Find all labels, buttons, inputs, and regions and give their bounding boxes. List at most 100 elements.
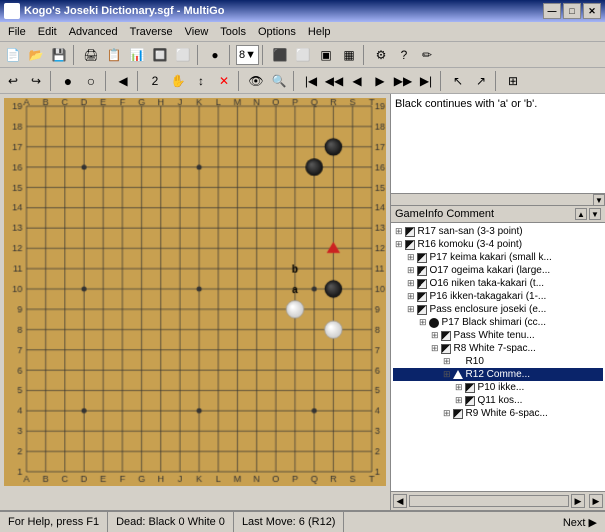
tb-btn-9[interactable]: ● xyxy=(204,44,226,66)
tb-btn-14[interactable]: ⚙ xyxy=(370,44,392,66)
tree-node-4[interactable]: ⊞O16 niken taka-kakari (t... xyxy=(393,277,603,290)
menu-file[interactable]: File xyxy=(2,24,32,40)
sep12 xyxy=(495,71,499,91)
tb-btn-8[interactable]: ⬜ xyxy=(172,44,194,66)
node-label: R9 White 6-spac... xyxy=(466,408,548,419)
tree-node-9[interactable]: ⊞R8 White 7-spac... xyxy=(393,342,603,355)
node-label: R10 xyxy=(466,356,484,367)
tree-area: GameInfo Comment ▲ ▼ ⊞R17 san-san (3-3 p… xyxy=(391,206,605,510)
menu-tools[interactable]: Tools xyxy=(214,24,252,40)
scroll-down[interactable]: ▼ xyxy=(593,194,605,206)
dead-text: Dead: Black 0 White 0 xyxy=(116,516,225,528)
tb-btn-13[interactable]: ▦ xyxy=(338,44,360,66)
black-stone-btn[interactable]: ● xyxy=(57,70,79,92)
minimize-button[interactable]: — xyxy=(543,3,561,19)
open-button[interactable]: 📂 xyxy=(25,44,47,66)
tree-node-11[interactable]: ⊞R12 Comme... xyxy=(393,368,603,381)
tb-btn-6[interactable]: 📊 xyxy=(126,44,148,66)
title-bar: ♟ Kogo's Joseki Dictionary.sgf - MultiGo… xyxy=(0,0,605,22)
red-icon xyxy=(453,370,463,379)
arrow-btn[interactable]: ◀ xyxy=(112,70,134,92)
tb-btn-5[interactable]: 📋 xyxy=(103,44,125,66)
tb-btn-10[interactable]: ⬛ xyxy=(269,44,291,66)
tree-node-1[interactable]: ⊞R16 komoku (3-4 point) xyxy=(393,238,603,251)
white-stone-btn[interactable]: ○ xyxy=(80,70,102,92)
tree-node-14[interactable]: ⊞R9 White 6-spac... xyxy=(393,407,603,420)
split-icon xyxy=(417,292,427,302)
var-prev-btn[interactable]: ↖ xyxy=(447,70,469,92)
close-button[interactable]: ✕ xyxy=(583,3,601,19)
var-next-btn[interactable]: ↗ xyxy=(470,70,492,92)
lastmove-text: Last Move: 6 (R12) xyxy=(242,516,336,528)
menu-traverse[interactable]: Traverse xyxy=(124,24,179,40)
tree-title: GameInfo Comment xyxy=(395,208,494,220)
tree-node-2[interactable]: ⊞P17 keima kakari (small k... xyxy=(393,251,603,264)
node-label: Q11 kos... xyxy=(478,395,523,406)
tb-btn-15[interactable]: ✏ xyxy=(416,44,438,66)
tree-scroll-up[interactable]: ▲ xyxy=(575,208,587,220)
menu-options[interactable]: Options xyxy=(252,24,302,40)
x-btn[interactable]: ✕ xyxy=(213,70,235,92)
tree-node-8[interactable]: ⊞Pass White tenu... xyxy=(393,329,603,342)
expand-icon: ⊞ xyxy=(419,317,427,328)
prev-btn[interactable]: ◀ xyxy=(346,70,368,92)
last-btn[interactable]: ▶| xyxy=(415,70,437,92)
undo-button[interactable]: ↩ xyxy=(2,70,24,92)
comment-area: Black continues with 'a' or 'b'. xyxy=(391,94,605,194)
tree-node-7[interactable]: ⊞P17 Black shimari (cc... xyxy=(393,316,603,329)
tree-left-btn[interactable]: ◀ xyxy=(393,494,407,508)
next-btn[interactable]: ▶ xyxy=(369,70,391,92)
print-button[interactable]: 🖨 xyxy=(80,44,102,66)
tree-node-3[interactable]: ⊞O17 ogeima kakari (large... xyxy=(393,264,603,277)
go-board[interactable] xyxy=(4,98,386,486)
eye-btn[interactable]: 👁 xyxy=(245,70,267,92)
help-button[interactable]: ? xyxy=(393,44,415,66)
maximize-button[interactable]: □ xyxy=(563,3,581,19)
expand-icon: ⊞ xyxy=(431,330,439,341)
sep8 xyxy=(137,71,141,91)
menu-edit[interactable]: Edit xyxy=(32,24,63,40)
tree-scrollbar-track[interactable] xyxy=(409,495,569,507)
stone-dropdown[interactable]: 8 ▼ xyxy=(236,45,259,65)
next5-btn[interactable]: ▶▶ xyxy=(392,70,414,92)
hand-btn[interactable]: ✋ xyxy=(167,70,189,92)
node-label: R17 san-san (3-3 point) xyxy=(418,226,523,237)
score-btn[interactable]: ⊞ xyxy=(502,70,524,92)
tree-scroll-down[interactable]: ▼ xyxy=(589,208,601,220)
window-title: Kogo's Joseki Dictionary.sgf - MultiGo xyxy=(24,5,224,17)
black-icon xyxy=(429,318,439,328)
tree-node-13[interactable]: ⊞Q11 kos... xyxy=(393,394,603,407)
split-icon xyxy=(405,240,415,250)
tree-node-10[interactable]: ⊞R10 xyxy=(393,355,603,368)
tree-node-5[interactable]: ⊞P16 ikken-takagakari (1-... xyxy=(393,290,603,303)
sep3 xyxy=(229,45,233,65)
menu-help[interactable]: Help xyxy=(302,24,337,40)
prev5-btn[interactable]: ◀◀ xyxy=(323,70,345,92)
tree-node-0[interactable]: ⊞R17 san-san (3-3 point) xyxy=(393,225,603,238)
eyeoff-btn[interactable]: 🔍 xyxy=(268,70,290,92)
num-btn[interactable]: 2 xyxy=(144,70,166,92)
move-btn[interactable]: ↕ xyxy=(190,70,212,92)
node-label: Pass enclosure joseki (e... xyxy=(430,304,547,315)
menu-view[interactable]: View xyxy=(179,24,215,40)
tree-node-12[interactable]: ⊞P10 ikke... xyxy=(393,381,603,394)
comment-text: Black continues with 'a' or 'b'. xyxy=(395,98,537,110)
status-next[interactable]: Next ▶ xyxy=(344,512,605,532)
tb-btn-7[interactable]: 🔲 xyxy=(149,44,171,66)
toolbar-2: ↩ ↪ ● ○ ◀ 2 ✋ ↕ ✕ 👁 🔍 |◀ ◀◀ ◀ ▶ ▶▶ ▶| ↖ … xyxy=(0,68,605,94)
tree-right-btn[interactable]: ▶ xyxy=(571,494,585,508)
node-label: R12 Comme... xyxy=(466,369,530,380)
tb-btn-12[interactable]: ▣ xyxy=(315,44,337,66)
tree-node-6[interactable]: ⊞Pass enclosure joseki (e... xyxy=(393,303,603,316)
new-button[interactable]: 📄 xyxy=(2,44,24,66)
sep7 xyxy=(105,71,109,91)
tree-next-btn[interactable]: ▶ xyxy=(589,494,603,508)
next-text: Next ▶ xyxy=(563,516,597,529)
split-icon xyxy=(441,331,451,341)
tb-btn-11[interactable]: ⬜ xyxy=(292,44,314,66)
menu-advanced[interactable]: Advanced xyxy=(63,24,124,40)
redo-button[interactable]: ↪ xyxy=(25,70,47,92)
save-button[interactable]: 💾 xyxy=(48,44,70,66)
tree-content: ⊞R17 san-san (3-3 point)⊞R16 komoku (3-4… xyxy=(391,223,605,491)
first-btn[interactable]: |◀ xyxy=(300,70,322,92)
